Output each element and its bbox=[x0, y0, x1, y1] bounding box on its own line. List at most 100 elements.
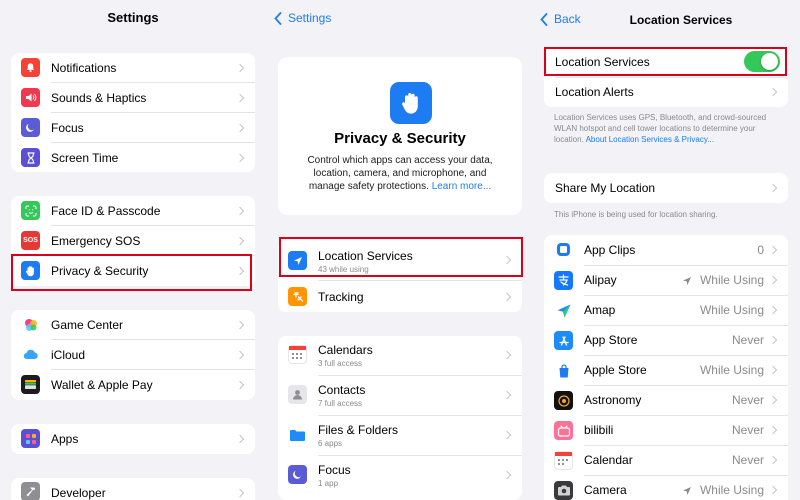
chevron-right-icon bbox=[502, 350, 512, 360]
settings-item-label: Apps bbox=[51, 432, 79, 446]
chevron-right-icon bbox=[235, 206, 245, 216]
alipay-icon bbox=[554, 271, 573, 290]
app-permission-value: Never bbox=[731, 453, 764, 467]
privacy-item-subtitle: 1 app bbox=[318, 479, 339, 488]
location-services-toggle-row: Location Services bbox=[544, 47, 788, 77]
chevron-right-icon bbox=[235, 63, 245, 73]
chevron-right-icon bbox=[235, 350, 245, 360]
privacy-item-subtitle: 6 apps bbox=[318, 439, 343, 448]
privacy-item-files-folders[interactable]: Files & Folders 6 apps bbox=[278, 416, 522, 455]
wallet-icon bbox=[21, 375, 40, 394]
chevron-right-icon bbox=[235, 380, 245, 390]
app-row-camera[interactable]: Camera While Using bbox=[544, 476, 788, 500]
bell-icon bbox=[21, 58, 40, 77]
app-permission-value: Never bbox=[731, 393, 764, 407]
app-name: Astronomy bbox=[584, 393, 642, 407]
app-row-alipay[interactable]: Alipay While Using bbox=[544, 266, 788, 295]
privacy-item-location-services[interactable]: Location Services 43 while using bbox=[278, 240, 522, 280]
app-name: App Store bbox=[584, 333, 638, 347]
privacy-item-label: Tracking bbox=[318, 290, 364, 304]
privacy-item-label: Calendars bbox=[318, 343, 373, 357]
settings-item-sounds[interactable]: Sounds & Haptics bbox=[11, 83, 255, 113]
sos-icon: SOS bbox=[21, 231, 40, 250]
app-row-astronomy[interactable]: Astronomy Never bbox=[544, 386, 788, 415]
share-footnote: This iPhone is being used for location s… bbox=[554, 210, 718, 219]
location-arrow-icon bbox=[683, 277, 691, 285]
settings-item-label: Emergency SOS bbox=[51, 234, 141, 248]
settings-item-privacy-security[interactable]: Privacy & Security bbox=[11, 256, 255, 286]
settings-item-notifications[interactable]: Notifications bbox=[11, 53, 255, 83]
hammer-icon bbox=[21, 482, 40, 500]
settings-item-label: Notifications bbox=[51, 61, 117, 75]
settings-item-icloud[interactable]: iCloud bbox=[11, 340, 255, 370]
chevron-right-icon bbox=[235, 93, 245, 103]
settings-item-emergency-sos[interactable]: SOS Emergency SOS bbox=[11, 226, 255, 256]
app-row-app-clips[interactable]: App Clips 0 bbox=[544, 235, 788, 265]
moon-icon bbox=[288, 465, 307, 484]
chevron-right-icon bbox=[768, 245, 778, 255]
location-services-toggle[interactable] bbox=[744, 51, 780, 72]
settings-item-label: Screen Time bbox=[51, 151, 119, 165]
settings-item-apps[interactable]: Apps bbox=[11, 424, 255, 454]
page-title: Location Services bbox=[629, 13, 733, 27]
chevron-right-icon bbox=[502, 255, 512, 265]
learn-more-link[interactable]: Learn more... bbox=[432, 181, 491, 192]
settings-item-screen-time[interactable]: Screen Time bbox=[11, 143, 255, 172]
hero-description: Control which apps can access your data,… bbox=[298, 154, 502, 193]
chevron-right-icon bbox=[502, 430, 512, 440]
app-name: Amap bbox=[584, 303, 616, 317]
location-alerts-row[interactable]: Location Alerts bbox=[544, 78, 788, 107]
location-footnote: Location Services uses GPS, Bluetooth, a… bbox=[554, 112, 778, 145]
chevron-right-icon bbox=[502, 292, 512, 302]
settings-group-security: Face ID & Passcode SOS Emergency SOS Pri… bbox=[11, 196, 255, 286]
app-row-calendar[interactable]: Calendar Never bbox=[544, 446, 788, 475]
settings-item-focus[interactable]: Focus bbox=[11, 113, 255, 143]
share-my-location-row[interactable]: Share My Location bbox=[544, 173, 788, 203]
camera-icon bbox=[554, 481, 573, 500]
app-row-amap[interactable]: Amap While Using bbox=[544, 296, 788, 325]
location-arrow-icon bbox=[288, 251, 307, 270]
app-permission-value: While Using bbox=[699, 303, 764, 317]
hero-title: Privacy & Security bbox=[334, 130, 466, 147]
settings-item-label: Developer bbox=[51, 486, 106, 500]
chevron-right-icon bbox=[768, 335, 778, 345]
app-permission-value: 0 bbox=[757, 243, 764, 257]
chevron-left-icon bbox=[274, 11, 282, 25]
location-arrow-icon bbox=[683, 487, 691, 495]
location-services-panel: Back Location Services Location Services… bbox=[532, 0, 800, 500]
privacy-item-label: Files & Folders bbox=[318, 423, 399, 437]
back-button[interactable]: Settings bbox=[274, 11, 331, 25]
settings-item-label: iCloud bbox=[51, 348, 86, 362]
app-row-app-store[interactable]: App Store Never bbox=[544, 326, 788, 355]
app-name: Alipay bbox=[584, 273, 617, 287]
moon-icon bbox=[21, 118, 40, 137]
location-toggle-group: Location Services Location Alerts bbox=[544, 47, 788, 107]
privacy-item-tracking[interactable]: Tracking bbox=[278, 281, 522, 312]
share-location-group: Share My Location bbox=[544, 173, 788, 203]
privacy-item-focus[interactable]: Focus 1 app bbox=[278, 456, 522, 495]
privacy-group-location: Location Services 43 while using Trackin… bbox=[278, 240, 522, 312]
app-permission-value: Never bbox=[731, 423, 764, 437]
settings-item-developer[interactable]: Developer bbox=[11, 478, 255, 500]
about-location-privacy-link[interactable]: About Location Services & Privacy... bbox=[586, 135, 714, 144]
app-permission-value: While Using bbox=[699, 273, 764, 287]
privacy-item-calendars[interactable]: Calendars 3 full access bbox=[278, 336, 522, 375]
app-permission-value: While Using bbox=[699, 363, 764, 377]
privacy-item-label: Contacts bbox=[318, 383, 366, 397]
settings-item-label: Wallet & Apple Pay bbox=[51, 378, 153, 392]
chevron-right-icon bbox=[502, 470, 512, 480]
settings-item-game-center[interactable]: Game Center bbox=[11, 310, 255, 340]
privacy-item-subtitle: 3 full access bbox=[318, 359, 363, 368]
calendar-icon bbox=[288, 345, 307, 364]
back-label: Settings bbox=[288, 11, 332, 25]
app-row-bilibili[interactable]: bilibili Never bbox=[544, 416, 788, 445]
folder-icon bbox=[288, 425, 307, 444]
privacy-item-contacts[interactable]: Contacts 7 full access bbox=[278, 376, 522, 415]
settings-item-face-id[interactable]: Face ID & Passcode bbox=[11, 196, 255, 226]
calendar-icon bbox=[554, 451, 573, 470]
settings-item-wallet[interactable]: Wallet & Apple Pay bbox=[11, 370, 255, 400]
app-store-icon bbox=[554, 331, 573, 350]
hand-icon bbox=[390, 82, 432, 124]
apple-store-icon bbox=[554, 361, 573, 380]
app-row-apple-store[interactable]: Apple Store While Using bbox=[544, 356, 788, 385]
